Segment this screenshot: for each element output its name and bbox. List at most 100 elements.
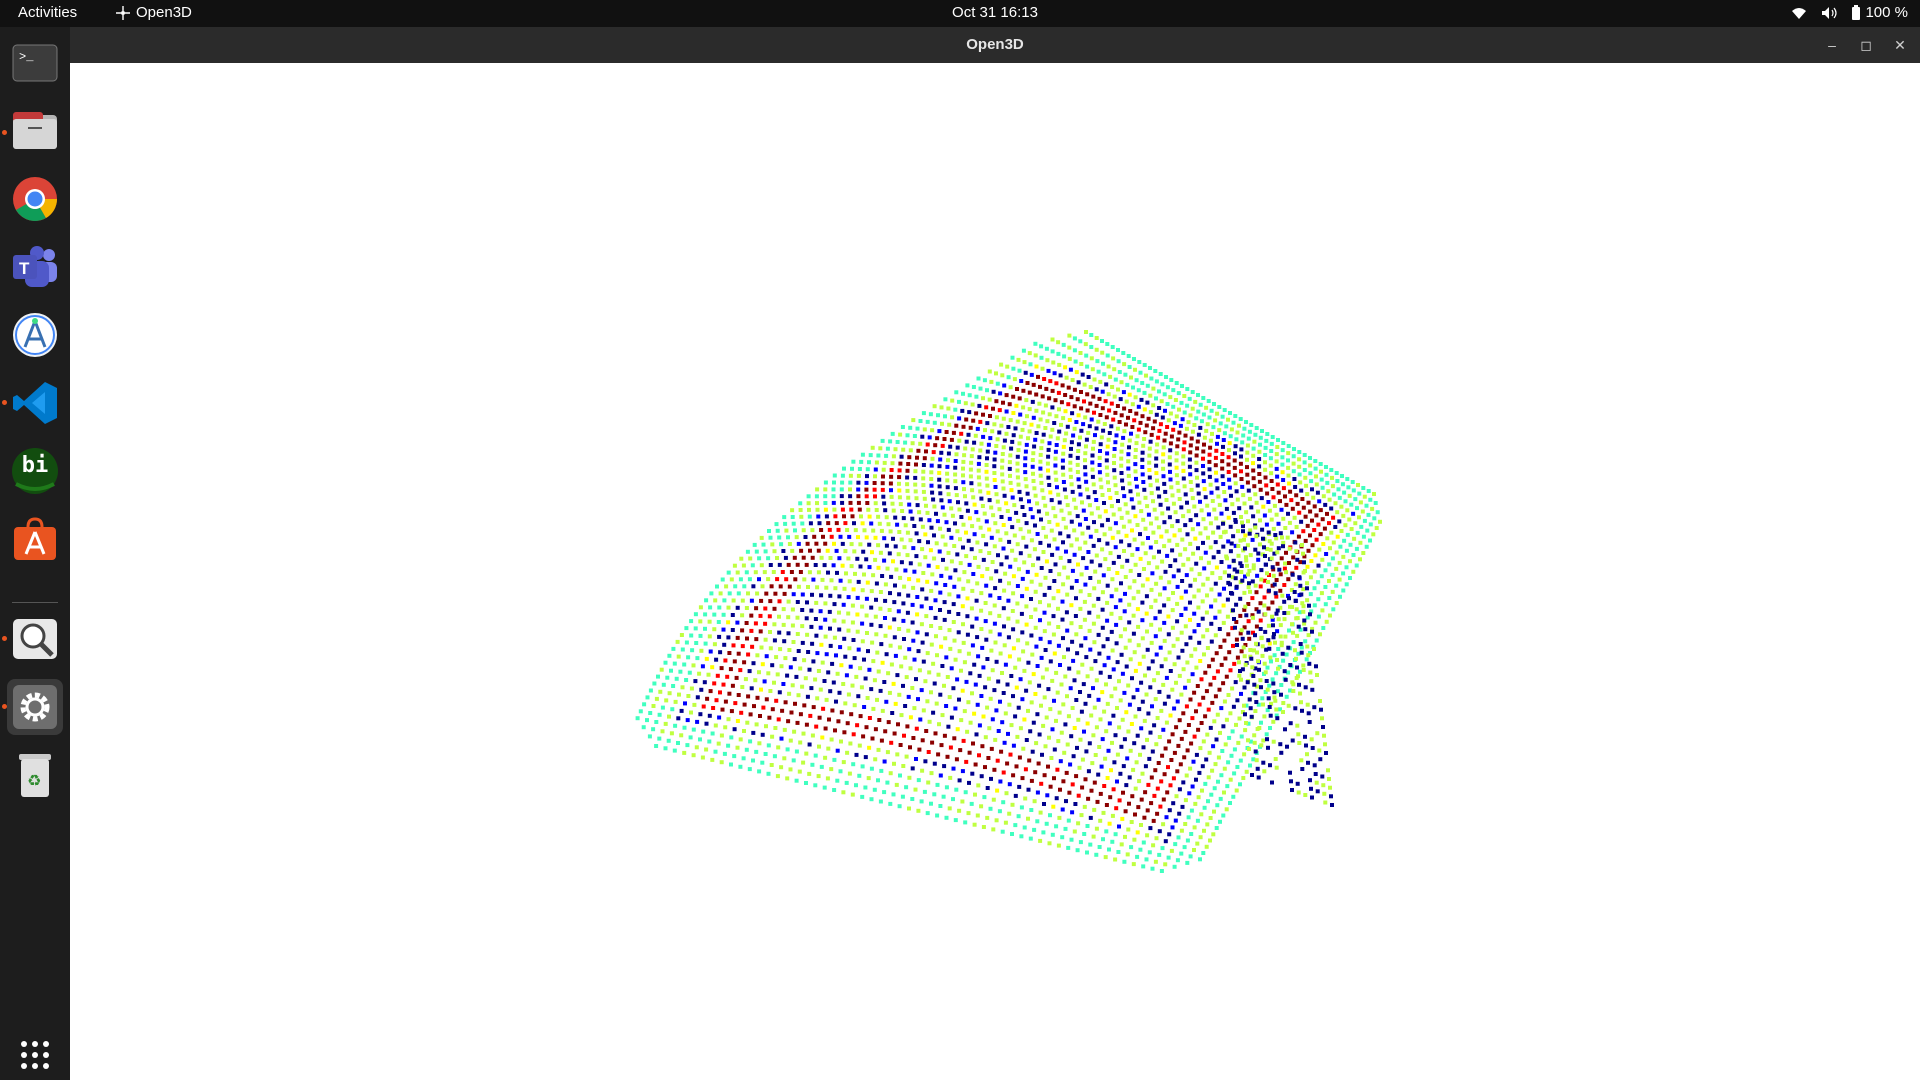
point bbox=[907, 806, 911, 811]
dock-trash[interactable]: ♻ bbox=[7, 747, 63, 803]
point bbox=[708, 649, 713, 654]
point bbox=[1103, 509, 1108, 514]
point bbox=[827, 527, 832, 532]
point bbox=[1157, 406, 1162, 410]
point bbox=[1126, 729, 1131, 734]
window-titlebar[interactable]: Open3D – ◻ ✕ bbox=[70, 27, 1920, 63]
dock-terminal[interactable]: >_ bbox=[7, 35, 63, 91]
point bbox=[786, 719, 791, 724]
point bbox=[1167, 580, 1172, 585]
point bbox=[781, 607, 786, 612]
point bbox=[980, 504, 985, 508]
point bbox=[1213, 418, 1218, 423]
point bbox=[1222, 530, 1226, 535]
point bbox=[1072, 387, 1077, 392]
point bbox=[1142, 437, 1147, 441]
point bbox=[1209, 408, 1214, 413]
point bbox=[1021, 388, 1026, 393]
point bbox=[1206, 799, 1210, 804]
point bbox=[1205, 646, 1210, 650]
point bbox=[897, 475, 902, 480]
teams-icon: T bbox=[13, 246, 57, 287]
point bbox=[953, 465, 958, 470]
point bbox=[836, 527, 841, 532]
point bbox=[1188, 541, 1193, 546]
point bbox=[1192, 690, 1197, 695]
point bbox=[889, 468, 894, 472]
dock-files[interactable] bbox=[7, 103, 63, 159]
maximize-icon[interactable]: ◻ bbox=[1854, 33, 1878, 57]
point bbox=[1312, 569, 1317, 574]
point bbox=[1095, 359, 1100, 364]
point bbox=[799, 548, 804, 553]
point bbox=[1056, 340, 1061, 345]
point bbox=[698, 737, 702, 742]
point bbox=[856, 647, 861, 652]
point bbox=[804, 751, 809, 756]
point bbox=[992, 603, 997, 608]
point bbox=[1054, 670, 1059, 675]
point bbox=[840, 563, 845, 568]
point bbox=[1121, 435, 1126, 440]
point bbox=[679, 733, 684, 738]
point bbox=[1278, 499, 1282, 504]
point bbox=[1038, 618, 1042, 623]
point bbox=[1212, 675, 1217, 680]
point bbox=[974, 616, 979, 621]
point bbox=[1032, 444, 1037, 449]
point bbox=[959, 718, 964, 723]
dock-bi[interactable]: bi bbox=[7, 443, 63, 499]
point bbox=[1023, 767, 1028, 772]
point bbox=[929, 624, 934, 628]
point bbox=[1257, 726, 1262, 730]
open3d-viewport[interactable] bbox=[70, 63, 1920, 1080]
point bbox=[1202, 442, 1206, 447]
point bbox=[944, 430, 949, 434]
dock-teams[interactable]: T bbox=[7, 239, 63, 295]
point bbox=[1150, 866, 1155, 871]
point bbox=[904, 785, 909, 790]
system-tray[interactable]: 100 % bbox=[1791, 4, 1908, 21]
close-icon[interactable]: ✕ bbox=[1888, 33, 1912, 57]
point bbox=[1338, 594, 1342, 599]
point bbox=[1287, 520, 1292, 525]
dock-vscode[interactable] bbox=[7, 375, 63, 431]
point bbox=[1097, 463, 1102, 467]
dock-image-viewer[interactable] bbox=[7, 611, 63, 667]
point bbox=[1014, 764, 1019, 769]
point bbox=[720, 577, 725, 582]
point bbox=[749, 598, 754, 603]
point bbox=[775, 774, 780, 779]
point bbox=[719, 666, 724, 671]
point bbox=[1145, 737, 1149, 742]
point bbox=[790, 623, 795, 628]
point bbox=[1069, 734, 1074, 739]
dock-android-studio[interactable] bbox=[7, 307, 63, 363]
point bbox=[1122, 494, 1127, 499]
point bbox=[897, 530, 902, 534]
minimize-icon[interactable]: – bbox=[1820, 33, 1844, 57]
point bbox=[966, 538, 971, 543]
point bbox=[1266, 606, 1271, 611]
point bbox=[1180, 384, 1184, 388]
point bbox=[1030, 399, 1035, 404]
point bbox=[1022, 421, 1027, 426]
dock-settings[interactable] bbox=[7, 679, 63, 735]
point-cloud[interactable] bbox=[70, 63, 1920, 1080]
point bbox=[1012, 533, 1017, 538]
point bbox=[1109, 768, 1113, 773]
point bbox=[1172, 706, 1177, 711]
point bbox=[869, 797, 874, 802]
show-apps-button[interactable] bbox=[7, 1027, 63, 1083]
point bbox=[946, 724, 951, 729]
point bbox=[1309, 737, 1314, 742]
battery-icon bbox=[1852, 4, 1861, 20]
clock[interactable]: Oct 31 16:13 bbox=[0, 4, 1920, 21]
point bbox=[1345, 477, 1350, 481]
dock-software[interactable] bbox=[7, 511, 63, 567]
point bbox=[1000, 373, 1005, 378]
point bbox=[1013, 823, 1018, 828]
point bbox=[1175, 858, 1180, 863]
dock-chrome[interactable] bbox=[7, 171, 63, 227]
point bbox=[926, 780, 931, 785]
